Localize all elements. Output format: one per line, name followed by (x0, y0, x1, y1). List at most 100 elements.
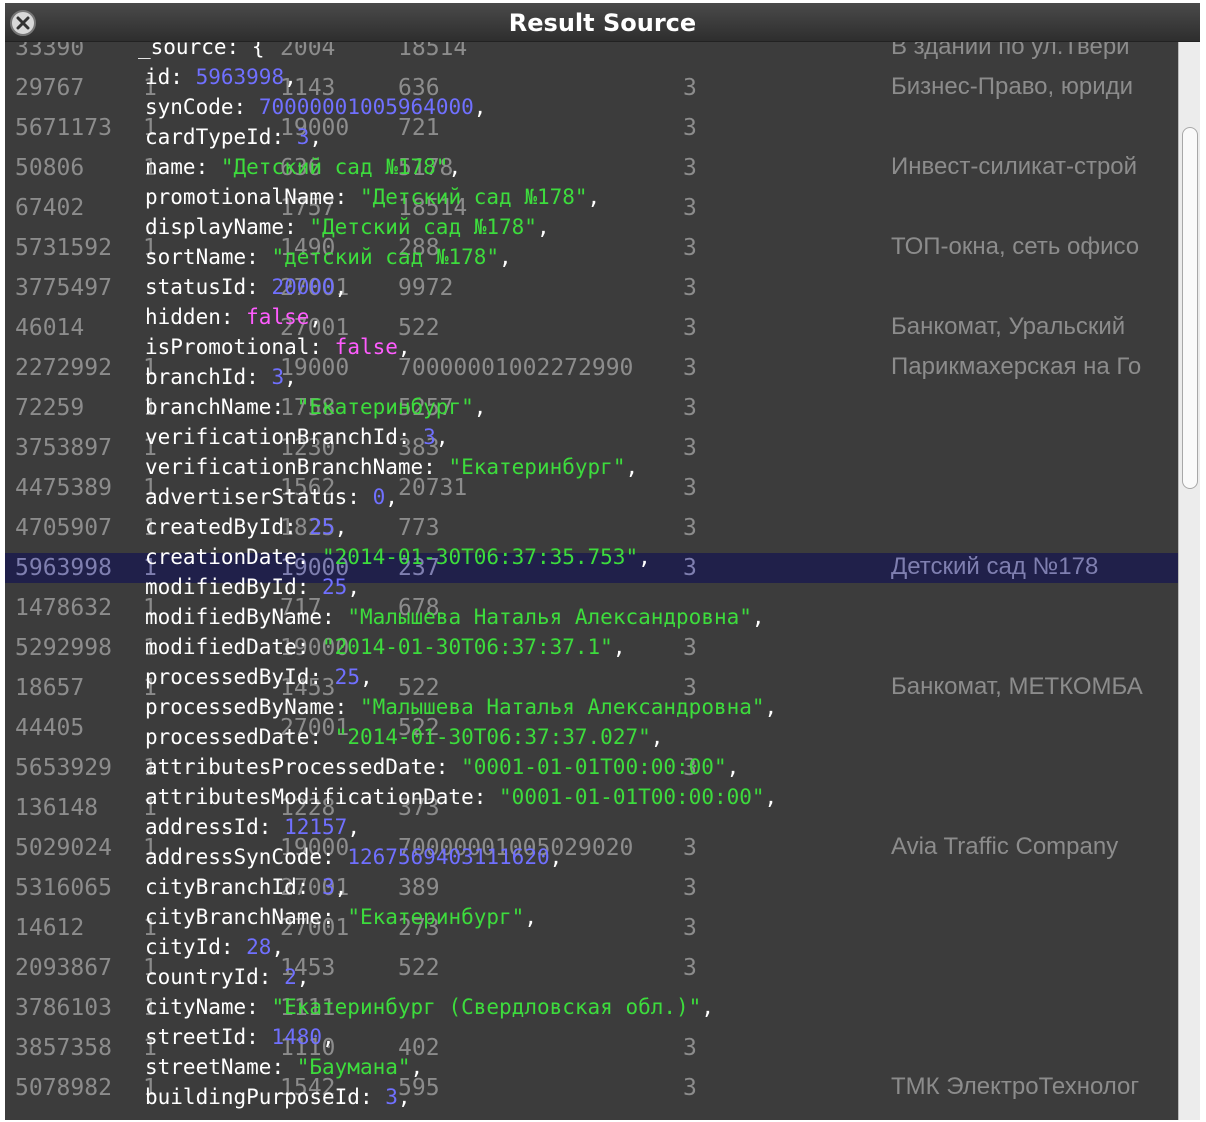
table-cell: 5292998 (15, 635, 112, 661)
field-value: 25 (322, 575, 348, 599)
source-line: verificationBranchId: 3, (145, 425, 449, 449)
source-line: processedByName: "Малышева Наталья Алекс… (145, 695, 778, 719)
table-cell: 46014 (15, 315, 85, 341)
table-cell: 18657 (15, 675, 85, 701)
results-table-background: 33390 2004 18514 В здании по ул.Твери 29767 1… (5, 42, 1178, 1120)
field-key: sortName (145, 245, 247, 269)
field-key: branchId (145, 365, 247, 389)
field-key: cityBranchId (145, 875, 297, 899)
field-key: createdById (145, 515, 285, 539)
field-value: { (251, 42, 265, 59)
field-value: 25 (334, 665, 360, 689)
field-value: 0 (372, 485, 386, 509)
field-value: "0001-01-01T00:00:00" (461, 755, 727, 779)
field-key: processedById (145, 665, 310, 689)
source-line: creationDate: "2014-01-30T06:37:35.753", (145, 545, 651, 569)
field-value: "Детский сад №178" (309, 215, 537, 239)
source-line: cityId: 28, (145, 935, 285, 959)
source-line: name: "Детский сад №178", (145, 155, 462, 179)
table-cell: 33390 (15, 42, 85, 61)
field-key: cityName (145, 995, 247, 1019)
field-key: name (145, 155, 196, 179)
field-value: 25 (309, 515, 335, 539)
table-cell: 5029024 (15, 835, 112, 861)
source-line: addressId: 12157, (145, 815, 360, 839)
source-line: verificationBranchName: "Екатеринбург", (145, 455, 639, 479)
field-value: 3 (385, 1085, 398, 1109)
field-key: buildingPurposeId (145, 1085, 360, 1109)
field-key: modifiedByName (145, 605, 323, 629)
source-line: addressSynCode: 1267569403111620, (145, 845, 563, 869)
source-line: isPromotional: false, (145, 335, 411, 359)
source-line: modifiedById: 25, (145, 575, 360, 599)
source-line: modifiedByName: "Малышева Наталья Алекса… (145, 605, 765, 629)
source-line: branchId: 3, (145, 365, 297, 389)
table-cell: 5316065 (15, 875, 112, 901)
field-key: verificationBranchId (145, 425, 398, 449)
field-key: attributesProcessedDate (145, 755, 436, 779)
scrollbar-thumb[interactable] (1182, 127, 1198, 489)
field-key: verificationBranchName (145, 455, 424, 479)
source-line: processedDate: "2014-01-30T06:37:37.027"… (145, 725, 664, 749)
source-line: processedById: 25, (145, 665, 373, 689)
table-cell: 1478632 (15, 595, 112, 621)
field-key: streetId (145, 1025, 247, 1049)
field-key: synCode (145, 95, 234, 119)
table-cell: 4705907 (15, 515, 112, 541)
field-key: cityId (145, 935, 221, 959)
field-key: _source (138, 42, 227, 59)
vertical-scrollbar[interactable] (1178, 42, 1200, 1120)
source-line: cardTypeId: 3, (145, 125, 323, 149)
table-cell: 44405 (15, 715, 85, 741)
table-cell: 2093867 (15, 955, 112, 981)
source-line: cityName: "Екатеринбург (Свердловская об… (145, 995, 714, 1019)
field-value: 3 (296, 125, 310, 149)
table-cell: 5731592 (15, 235, 112, 261)
field-value: 1267569403111620 (347, 845, 550, 869)
field-value: 12157 (284, 815, 348, 839)
field-key: processedDate (145, 725, 310, 749)
window-title: Result Source (508, 9, 697, 37)
field-value: "Екатеринбург" (448, 455, 626, 479)
source-line: createdById: 25, (145, 515, 348, 539)
field-value: "Екатеринбург" (296, 395, 474, 419)
field-value: "2014-01-30T06:37:35.753" (322, 545, 639, 569)
field-value: 70000001005964000 (258, 95, 474, 119)
field-value: "Малышева Наталья Александровна" (347, 605, 752, 629)
field-value: 3 (423, 425, 436, 449)
table-cell: 3857358 (15, 1035, 112, 1061)
source-line: modifiedDate: "2014-01-30T06:37:37.1", (145, 635, 626, 659)
source-line: sortName: "детский сад №178", (145, 245, 512, 269)
field-value: "2014-01-30T06:37:37.027" (334, 725, 651, 749)
title-bar: Result Source (5, 3, 1200, 42)
field-value: "Детский сад №178" (359, 185, 588, 209)
table-cell: 67402 (15, 195, 85, 221)
field-key: modifiedDate (145, 635, 297, 659)
table-cell: 3775497 (15, 275, 112, 301)
source-line: cityBranchId: 3, (145, 875, 348, 899)
source-json-view: _source: {id: 5963998, synCode: 700000010… (138, 42, 1178, 1112)
source-line: synCode: 70000001005964000, (145, 95, 487, 119)
source-line: _source: { (138, 42, 1178, 62)
field-value: "Екатеринбург (Свердловская обл.)" (271, 995, 702, 1019)
field-key: id (145, 65, 171, 89)
field-key: modifiedById (145, 575, 297, 599)
field-key: attributesModificationDate (145, 785, 474, 809)
field-value: 1480 (271, 1025, 323, 1049)
source-line: streetId: 1480, (145, 1025, 335, 1049)
field-key: advertiserStatus (145, 485, 348, 509)
field-key: addressSynCode (145, 845, 323, 869)
source-line: streetName: "Баумана", (145, 1055, 424, 1079)
field-key: countryId (145, 965, 259, 989)
table-cell: 5671173 (15, 115, 112, 141)
field-value: "детский сад №178" (271, 245, 500, 269)
table-cell: 5653929 (15, 755, 112, 781)
field-key: statusId (145, 275, 247, 299)
source-line: statusId: 20000, (145, 275, 348, 299)
field-value: 3 (322, 875, 335, 899)
field-value: "Екатеринбург" (347, 905, 525, 929)
field-key: hidden (145, 305, 221, 329)
field-key: isPromotional (145, 335, 310, 359)
field-key: displayName (145, 215, 285, 239)
source-line: advertiserStatus: 0, (145, 485, 398, 509)
